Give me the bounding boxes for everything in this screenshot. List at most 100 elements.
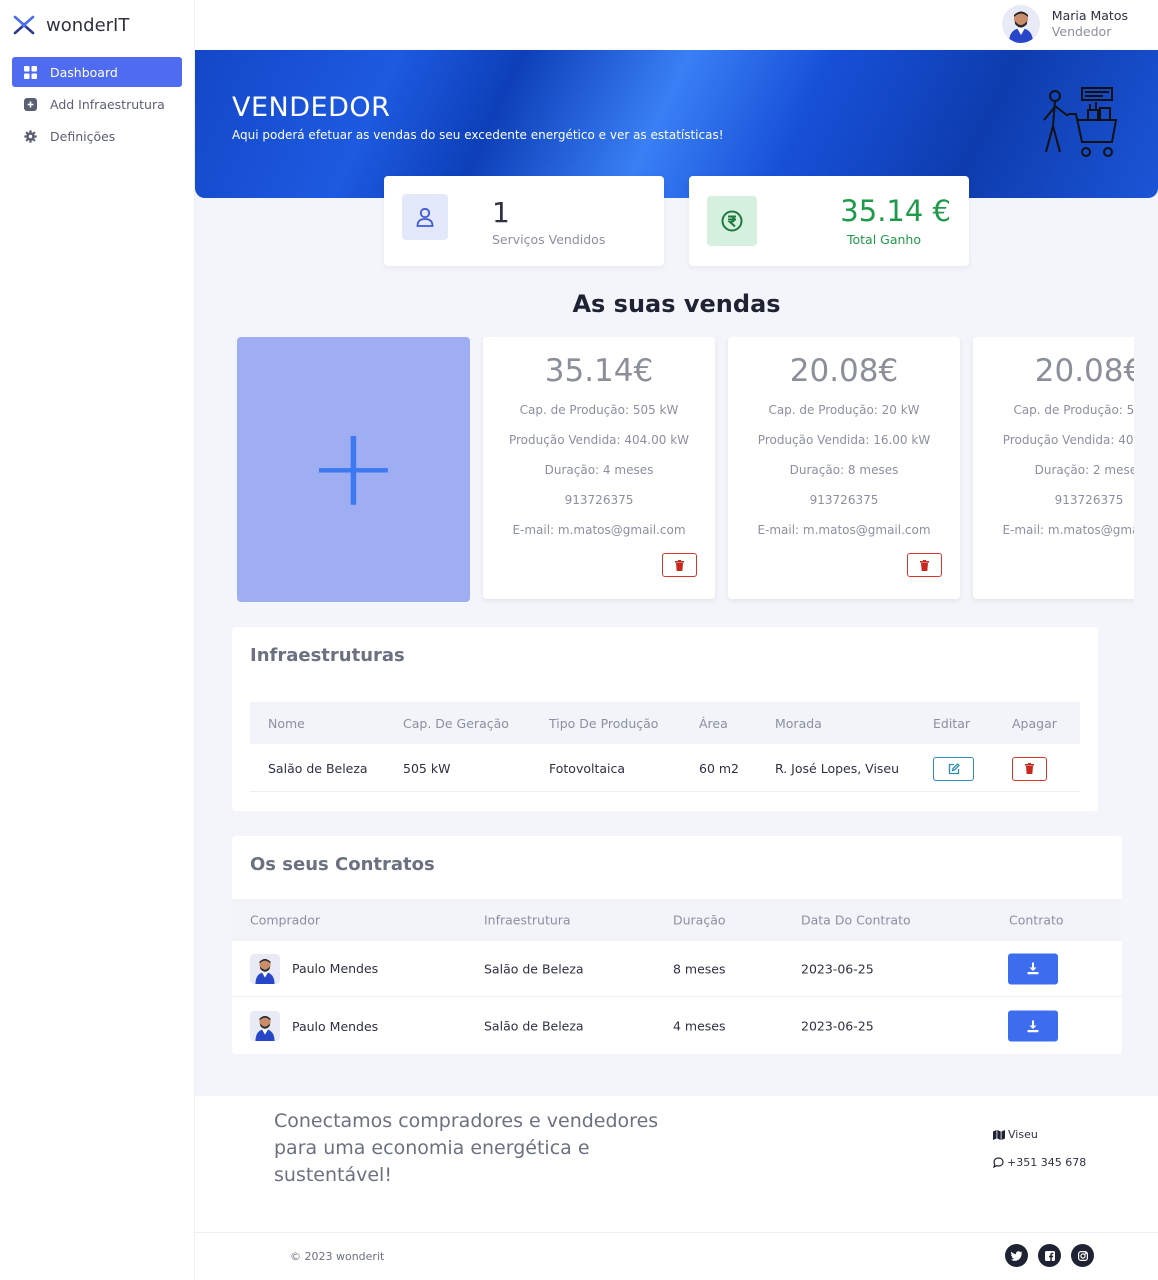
sale-phone: 913726375 [1054,493,1124,507]
sale-duration: Duração: 4 meses [544,463,654,477]
footer-phone: +351 345 678 [993,1156,1086,1169]
contract-duration: 8 meses [673,961,726,976]
trash-icon [675,559,684,571]
wonderit-logo-icon [13,15,35,35]
sale-phone: 913726375 [809,493,879,507]
map-icon [993,1129,1005,1140]
hero-banner: VENDEDOR Aqui poderá efetuar as vendas d… [195,50,1158,198]
table-row: Salão de Beleza 505 kW Fotovoltaica 60 m… [250,746,1080,792]
edit-infra-button[interactable] [933,756,974,781]
sales-carousel[interactable]: + 35.14€ Cap. de Produção: 505 kW Produç… [237,337,1134,605]
page-subtitle: Aqui poderá efetuar as vendas do seu exc… [232,128,724,142]
column-header: Infraestrutura [484,912,571,928]
facebook-icon[interactable] [1038,1244,1061,1267]
buyer-name: Paulo Mendes [292,961,379,976]
contract-duration: 4 meses [673,1018,726,1034]
contracts-panel: Os seus Contratos Comprador Infraestrutu… [232,836,1122,1054]
avatar [1001,5,1040,43]
user-menu[interactable]: Maria Matos Vendedor [1001,5,1128,43]
instagram-icon[interactable] [1071,1244,1094,1267]
table-row: Paulo Mendes Salão de Beleza 4 meses 202… [232,998,1122,1054]
services-sold-value: 1 [492,196,510,229]
sale-price: 20.08€ [789,353,899,389]
column-header: Contrato [1009,912,1064,928]
contract-date: 2023-06-25 [801,961,874,976]
sale-sold-production: Produção Vendida: 404.00 kW [508,433,690,447]
infra-type: Fotovoltaica [549,761,626,776]
trash-icon [1025,763,1034,774]
stat-card-total-earned: 35.14 € Total Ganho [689,176,969,266]
download-contract-button[interactable] [1008,953,1058,984]
footer-location-text: Viseu [1008,1128,1038,1141]
currency-coin-icon [707,196,757,246]
plus-icon: + [307,402,400,531]
column-header: Apagar [1012,715,1057,731]
social-links [1005,1244,1094,1267]
contract-infra: Salão de Beleza [484,961,584,976]
user-name: Maria Matos [1051,8,1128,23]
column-header: Nome [268,715,305,731]
footer-phone-text: +351 345 678 [1007,1156,1087,1169]
infra-area: 60 m2 [699,761,740,776]
sale-email: E-mail: m.matos@gmail.com [757,523,931,537]
footer: Conectamos compradores e vendedores para… [195,1096,1158,1280]
footer-divider [195,1232,1158,1233]
sidebar-item-label: Definições [50,128,116,144]
contract-infra: Salão de Beleza [484,1018,584,1034]
infrastructures-title: Infraestruturas [250,645,405,666]
delete-sale-button[interactable] [662,553,697,577]
user-icon [402,194,448,240]
sidebar-item-add-infraestrutura[interactable]: Add Infraestrutura [12,89,182,119]
chat-bubble-icon [993,1157,1004,1168]
sales-section-title: As suas vendas [572,290,781,318]
edit-icon [948,762,960,774]
user-role: Vendedor [1051,24,1112,39]
contracts-table-header: Comprador Infraestrutura Duração Data Do… [232,899,1122,941]
avatar [250,953,280,984]
sidebar-item-dashboard[interactable]: Dashboard [12,57,182,87]
seller-cart-illustration-icon [1043,87,1118,157]
infra-capacity: 505 kW [403,761,451,776]
sale-price: 20.08€ [1034,353,1134,389]
twitter-icon[interactable] [1005,1244,1028,1267]
sidebar-nav: Dashboard Add Infraestrutura Definições [0,50,194,160]
page-title: VENDEDOR [232,92,391,123]
sidebar-item-label: Add Infraestrutura [50,96,165,112]
gear-icon [24,129,37,143]
delete-sale-button[interactable] [907,553,942,577]
brand[interactable]: wonderIT [0,0,194,50]
sale-capacity: Cap. de Produção: 50 kW [1013,403,1134,417]
total-earned-label: Total Ganho [847,232,922,247]
column-header: Morada [775,715,822,731]
column-header: Editar [933,715,971,731]
footer-location: Viseu [993,1128,1038,1141]
column-header: Cap. De Geração [403,715,509,731]
sale-capacity: Cap. de Produção: 20 kW [768,403,920,417]
add-sale-button[interactable]: + [237,337,470,602]
plus-square-icon [24,97,37,111]
footer-tagline: Conectamos compradores e vendedores para… [274,1110,659,1186]
contracts-title: Os seus Contratos [250,854,435,875]
topbar: Maria Matos Vendedor [195,0,1158,50]
sale-phone: 913726375 [564,493,634,507]
column-header: Duração [673,912,726,928]
sale-sold-production: Produção Vendida: 16.00 kW [757,433,931,447]
column-header: Data Do Contrato [801,912,911,928]
sidebar-item-definicoes[interactable]: Definições [12,121,182,151]
sale-card: 35.14€ Cap. de Produção: 505 kW Produção… [483,337,715,599]
sale-email: E-mail: m.matos@gmail.com [1002,523,1134,537]
sidebar: wonderIT Dashboard Add Infraestrutura De… [0,0,195,1280]
total-earned-value: 35.14 € [840,194,951,228]
sale-price: 35.14€ [544,353,654,389]
sale-sold-production: Produção Vendida: 40.00 kW [1002,433,1134,447]
buyer-cell: Paulo Mendes [250,1011,378,1041]
column-header: Tipo De Produção [549,715,659,731]
infrastructures-panel: Infraestruturas Nome Cap. De Geração Tip… [232,627,1098,811]
download-contract-button[interactable] [1008,1010,1058,1042]
stat-card-services-sold: 1 Serviços Vendidos [384,176,664,266]
avatar [250,1011,280,1041]
delete-infra-button[interactable] [1012,756,1047,781]
infrastructures-table-header: Nome Cap. De Geração Tipo De Produção Ár… [250,702,1080,744]
sale-duration: Duração: 2 meses [1034,463,1134,477]
sale-duration: Duração: 8 meses [789,463,899,477]
